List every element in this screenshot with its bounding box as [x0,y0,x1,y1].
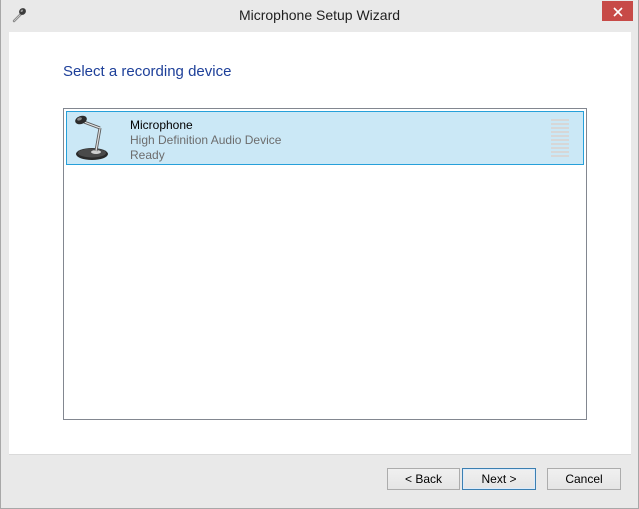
level-bar-segment [551,151,569,153]
level-bar-segment [551,119,569,121]
level-bar-segment [551,123,569,125]
level-bar-segment [551,147,569,149]
level-bar-segment [551,143,569,145]
page-heading: Select a recording device [63,63,232,80]
recording-device-list[interactable]: Microphone High Definition Audio Device … [63,108,587,420]
level-bar-segment [551,139,569,141]
level-bar-segment [551,131,569,133]
wizard-content: Select a recording device Microphone Hig… [9,32,631,454]
device-status: Ready [130,148,165,162]
close-button[interactable] [602,1,633,21]
device-description: High Definition Audio Device [130,133,282,147]
cancel-button[interactable]: Cancel [547,468,621,490]
title-bar[interactable]: Microphone Setup Wizard [1,0,638,32]
level-bar-segment [551,135,569,137]
back-button[interactable]: < Back [387,468,460,490]
next-button[interactable]: Next > [462,468,536,490]
level-bar-segment [551,155,569,157]
window-title: Microphone Setup Wizard [238,7,401,23]
device-name: Microphone [130,118,193,132]
level-bar-segment [551,127,569,129]
footer-divider [9,454,631,455]
device-item-microphone[interactable]: Microphone High Definition Audio Device … [66,111,584,165]
close-icon [612,2,623,21]
wizard-window: Microphone Setup Wizard Select a recordi… [0,0,639,509]
desk-microphone-icon [70,114,118,164]
audio-level-meter [551,119,569,159]
